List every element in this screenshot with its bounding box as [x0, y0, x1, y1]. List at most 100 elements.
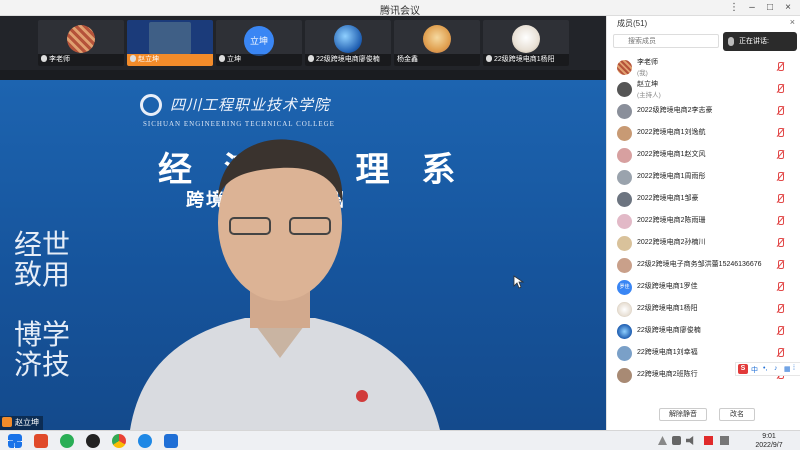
- camera-video: [149, 22, 191, 54]
- mic-muted-icon[interactable]: [775, 128, 785, 138]
- speaker-video: [130, 139, 440, 430]
- mic-muted-icon[interactable]: [775, 62, 785, 72]
- member-row[interactable]: 2022跨境电商1邹豪: [607, 188, 800, 210]
- calligraphy-motto: 经世致用: [14, 228, 71, 291]
- avatar: [617, 170, 632, 185]
- pin-icon[interactable]: ⋮: [726, 1, 742, 15]
- thumbnail-participant[interactable]: 杨金鑫: [394, 20, 480, 66]
- mic-muted-icon[interactable]: [775, 260, 785, 270]
- rename-button[interactable]: 改名: [719, 408, 755, 421]
- avatar: [512, 25, 540, 53]
- wechat-icon[interactable]: [60, 434, 74, 448]
- member-row[interactable]: 2022级跨境电商2李志豪: [607, 100, 800, 122]
- mic-muted-icon[interactable]: [775, 106, 785, 116]
- qq-icon[interactable]: [86, 434, 100, 448]
- member-row[interactable]: 2022跨境电商2陈雨珊: [607, 210, 800, 232]
- ime-toolbar[interactable]: S 中 •, ♪ ▦ ⁞: [735, 362, 800, 376]
- video-area: 李老师 赵立坤 立坤 立坤 22级跨境电商廖俊楠 杨金鑫 22级跨境电商1杨阳: [0, 16, 606, 430]
- tencent-meeting-icon[interactable]: [164, 434, 178, 448]
- mic-muted-icon[interactable]: [775, 194, 785, 204]
- network-icon[interactable]: [672, 436, 681, 445]
- avatar: [617, 82, 632, 97]
- calligraphy-motto: 博学济技: [14, 318, 71, 381]
- member-row[interactable]: 罗佳 22级跨境电商1罗佳: [607, 276, 800, 298]
- keyboard-icon[interactable]: ▦: [784, 365, 791, 373]
- windows-start-icon[interactable]: [8, 434, 22, 448]
- avatar: [617, 368, 632, 383]
- participant-name: 22级跨境电商廖俊楠: [316, 56, 380, 63]
- thumbnail-participant[interactable]: 立坤 立坤: [216, 20, 302, 66]
- member-name: 22级跨境电商1罗佳: [637, 283, 698, 290]
- unmute-all-button[interactable]: 解除静音: [659, 408, 707, 421]
- member-name: 2022跨境电商2陈雨珊: [637, 217, 706, 224]
- participant-name: 22级跨境电商1杨阳: [494, 56, 555, 63]
- member-name: 2022跨境电商1刘逸航: [637, 129, 706, 136]
- tray-arrow-icon[interactable]: [658, 436, 667, 445]
- volume-icon[interactable]: [686, 436, 694, 445]
- mic-muted-icon[interactable]: [775, 216, 785, 226]
- avatar: [617, 192, 632, 207]
- member-row[interactable]: 李老师 (我): [607, 56, 800, 78]
- avatar: [617, 126, 632, 141]
- member-name: 22跨境电商1刘幸福: [637, 349, 698, 356]
- avatar: [617, 236, 632, 251]
- participant-name: 赵立坤: [138, 56, 159, 63]
- mic-muted-icon[interactable]: [775, 238, 785, 248]
- main-video[interactable]: 四川工程职业技术学院 SICHUAN ENGINEERING TECHNICAL…: [0, 80, 606, 430]
- punctuation-icon[interactable]: •,: [763, 365, 767, 372]
- maximize-button[interactable]: □: [762, 1, 778, 15]
- mic-icon: [486, 55, 492, 62]
- mic-muted-icon[interactable]: [775, 172, 785, 182]
- minimize-button[interactable]: –: [744, 1, 760, 15]
- thumbnail-participant[interactable]: 李老师: [38, 20, 124, 66]
- member-row[interactable]: 赵立坤 (主持人): [607, 78, 800, 100]
- participant-name: 杨金鑫: [397, 56, 418, 63]
- mic-muted-icon[interactable]: [775, 348, 785, 358]
- avatar: [334, 25, 362, 53]
- member-row[interactable]: 2022跨境电商1刘逸航: [607, 122, 800, 144]
- member-row[interactable]: 2022跨境电商1赵文风: [607, 144, 800, 166]
- mic-muted-icon[interactable]: [775, 304, 785, 314]
- user-icon: [2, 417, 12, 427]
- member-row[interactable]: 22级2跨境电子商务邹洪蕾15246136676: [607, 254, 800, 276]
- avatar: [617, 214, 632, 229]
- thumbnail-participant[interactable]: 22级跨境电商1杨阳: [483, 20, 569, 66]
- ime-language[interactable]: 中: [751, 365, 758, 375]
- app-window: 腾讯会议 ⋮ – □ × 李老师 赵立坤 立坤 立坤 22级跨境电商廖俊楠 杨金…: [0, 0, 800, 450]
- mic-muted-icon[interactable]: [775, 84, 785, 94]
- member-row[interactable]: 2022跨境电商1周雨彤: [607, 166, 800, 188]
- mic-muted-icon[interactable]: [775, 150, 785, 160]
- member-role: (主持人): [637, 92, 661, 99]
- mic-muted-icon[interactable]: [775, 282, 785, 292]
- mic-muted-icon[interactable]: [775, 326, 785, 336]
- clock[interactable]: 9:01 2022/9/7: [740, 432, 798, 450]
- avatar: [617, 258, 632, 273]
- avatar: [617, 324, 632, 339]
- chrome-icon[interactable]: [112, 434, 126, 448]
- mic-icon: [130, 55, 136, 62]
- title-bar: 腾讯会议 ⋮ – □ ×: [0, 0, 800, 17]
- member-row[interactable]: 22级跨境电商廖俊楠: [607, 320, 800, 342]
- antivirus-icon[interactable]: [704, 436, 713, 445]
- member-name: 赵立坤: [637, 81, 658, 88]
- member-row[interactable]: 22跨境电商1刘幸福: [607, 342, 800, 364]
- member-row[interactable]: 22级跨境电商1杨阳: [607, 298, 800, 320]
- office-icon[interactable]: [34, 434, 48, 448]
- thumbnail-participant[interactable]: 赵立坤: [127, 20, 213, 66]
- college-name-cn: 四川工程职业技术学院: [170, 96, 331, 114]
- edge-icon[interactable]: [138, 434, 152, 448]
- grid-icon[interactable]: ⁞: [793, 365, 795, 372]
- participant-name: 立坤: [227, 56, 241, 63]
- avatar: 立坤: [244, 26, 274, 56]
- close-button[interactable]: ×: [780, 1, 796, 15]
- member-name: 2022跨境电商2孙楠川: [637, 239, 706, 246]
- avatar: [617, 60, 632, 75]
- thumbnail-participant[interactable]: 22级跨境电商廖俊楠: [305, 20, 391, 66]
- member-search-input[interactable]: [613, 34, 719, 48]
- member-row[interactable]: 2022跨境电商2孙楠川: [607, 232, 800, 254]
- language-icon[interactable]: [720, 436, 729, 445]
- member-name: 22级2跨境电子商务邹洪蕾15246136676: [637, 261, 762, 268]
- members-panel: 成员(51) × 正在讲话: 李老师 (我) 赵立坤 (主持人) 2022级跨境…: [606, 16, 800, 430]
- close-panel-icon[interactable]: ×: [790, 17, 795, 27]
- microphone-icon[interactable]: ♪: [774, 365, 778, 372]
